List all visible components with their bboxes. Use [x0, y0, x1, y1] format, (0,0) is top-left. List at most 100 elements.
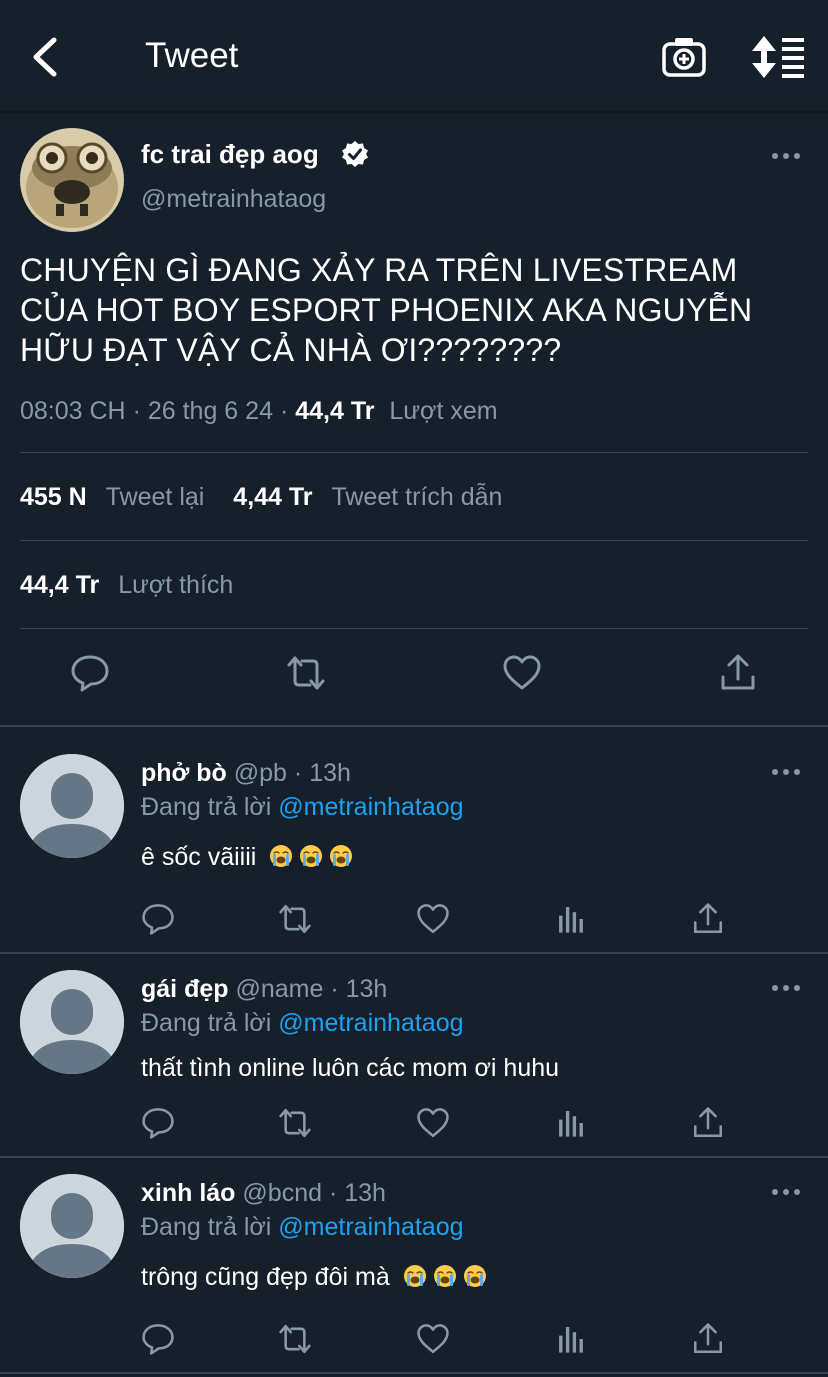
avatar[interactable] [20, 754, 124, 858]
replying-to: Đang trả lời @metrainhataog [141, 793, 464, 822]
reply-tweet[interactable]: xinh láo @bcnd · 13h Đang trả lời @metra… [0, 1158, 828, 1372]
retweet-stats: 455 N Tweet lại 4,44 Tr Tweet trích dẫn [20, 483, 502, 512]
retweet-icon[interactable] [278, 1322, 312, 1356]
analytics-icon[interactable] [554, 1106, 588, 1140]
mention-link[interactable]: @metrainhataog [278, 1213, 463, 1241]
reply-icon[interactable] [141, 902, 175, 936]
loudly-crying-face-emoji [330, 845, 353, 867]
avatar-image [20, 128, 124, 232]
avatar[interactable] [20, 970, 124, 1074]
like-icon[interactable] [416, 1106, 450, 1140]
author-avatar[interactable] [20, 128, 124, 232]
reply-time: 13h [309, 759, 351, 787]
replying-prefix: Đang trả lời [141, 1009, 272, 1037]
loudly-crying-face-emoji [270, 845, 293, 867]
emoji-group [397, 1263, 487, 1291]
back-arrow-icon[interactable] [26, 34, 66, 80]
top-bar: Tweet [0, 0, 828, 113]
retweets-count[interactable]: 455 N [20, 483, 87, 511]
reply-header: xinh láo @bcnd · 13h [141, 1179, 386, 1208]
reply-author-name[interactable]: gái đẹp [141, 975, 229, 1003]
share-icon[interactable] [691, 902, 725, 936]
loudly-crying-face-emoji [300, 845, 323, 867]
reply-header: phở bò @pb · 13h [141, 759, 351, 788]
reply-author-handle[interactable]: @bcnd [242, 1179, 322, 1207]
retweets-label[interactable]: Tweet lại [106, 483, 205, 511]
tweet-date: 26 thg 6 24 [147, 397, 273, 425]
more-options-icon[interactable] [770, 1185, 802, 1199]
mention-link[interactable]: @metrainhataog [278, 793, 463, 821]
tweet-meta: 08:03 CH · 26 thg 6 24 · 44,4 Tr Lượt xe… [20, 397, 498, 426]
avatar[interactable] [20, 1174, 124, 1278]
reply-header: gái đẹp @name · 13h [141, 975, 387, 1004]
separator: · [132, 397, 141, 425]
camera-plus-icon[interactable] [661, 34, 707, 80]
separator: · [328, 1179, 338, 1207]
retweet-icon[interactable] [286, 653, 326, 693]
default-avatar-icon [20, 754, 124, 858]
reply-author-name[interactable]: xinh láo [141, 1179, 235, 1207]
reply-author-name[interactable]: phở bò [141, 759, 227, 787]
sort-lines-icon[interactable] [752, 34, 806, 80]
retweet-icon[interactable] [278, 902, 312, 936]
likes-label[interactable]: Lượt thích [118, 571, 233, 599]
quotes-label[interactable]: Tweet trích dẫn [331, 483, 502, 511]
views-count: 44,4 Tr [295, 397, 375, 425]
share-icon[interactable] [691, 1106, 725, 1140]
reply-tweet[interactable]: phở bò @pb · 13h Đang trả lời @metrainha… [0, 727, 828, 952]
section-divider [0, 1372, 828, 1374]
main-tweet: fc trai đẹp aog @metrainhataog CHUYỆN GÌ… [0, 113, 828, 725]
reply-icon[interactable] [70, 653, 110, 693]
analytics-icon[interactable] [554, 1322, 588, 1356]
reply-text-content: ê sốc vãiiii [141, 843, 257, 871]
author-handle[interactable]: @metrainhataog [141, 185, 326, 214]
default-avatar-icon [20, 970, 124, 1074]
author-name[interactable]: fc trai đẹp aog [141, 139, 319, 170]
reply-text-content: thất tình online luôn các mom ơi huhu [141, 1054, 560, 1082]
replying-prefix: Đang trả lời [141, 793, 272, 821]
reply-text: trông cũng đẹp đôi mà [141, 1263, 487, 1292]
reply-icon[interactable] [141, 1322, 175, 1356]
reply-icon[interactable] [141, 1106, 175, 1140]
separator: · [293, 759, 303, 787]
quotes-count[interactable]: 4,44 Tr [233, 483, 312, 511]
retweet-icon[interactable] [278, 1106, 312, 1140]
like-icon[interactable] [416, 1322, 450, 1356]
more-options-icon[interactable] [770, 149, 802, 163]
separator: · [279, 397, 289, 425]
mention-link[interactable]: @metrainhataog [278, 1009, 463, 1037]
tweet-actions [0, 641, 828, 711]
page-title: Tweet [145, 36, 239, 75]
more-options-icon[interactable] [770, 765, 802, 779]
replying-to: Đang trả lời @metrainhataog [141, 1213, 464, 1242]
verified-badge-icon [342, 141, 368, 167]
like-icon[interactable] [502, 653, 542, 693]
reply-tweet[interactable]: gái đẹp @name · 13h Đang trả lời @metrai… [0, 954, 828, 1156]
views-label: Lượt xem [389, 397, 498, 425]
more-options-icon[interactable] [770, 981, 802, 995]
share-icon[interactable] [691, 1322, 725, 1356]
like-icon[interactable] [416, 902, 450, 936]
reply-author-handle[interactable]: @name [235, 975, 323, 1003]
reply-time: 13h [344, 1179, 386, 1207]
reply-text-content: trông cũng đẹp đôi mà [141, 1263, 390, 1291]
divider [20, 628, 808, 629]
reply-text: ê sốc vãiiii [141, 843, 353, 872]
analytics-icon[interactable] [554, 902, 588, 936]
emoji-group [263, 843, 353, 871]
loudly-crying-face-emoji [433, 1265, 456, 1287]
reply-time: 13h [345, 975, 388, 1003]
replying-prefix: Đang trả lời [141, 1213, 272, 1241]
divider [20, 540, 808, 541]
reply-text: thất tình online luôn các mom ơi huhu [141, 1054, 559, 1083]
tweet-time: 08:03 CH [20, 397, 126, 425]
divider [20, 452, 808, 453]
default-avatar-icon [20, 1174, 124, 1278]
loudly-crying-face-emoji [463, 1265, 486, 1287]
tweet-text: CHUYỆN GÌ ĐANG XẢY RA TRÊN LIVESTREAM CỦ… [20, 252, 753, 368]
likes-count[interactable]: 44,4 Tr [20, 571, 99, 599]
share-icon[interactable] [718, 653, 758, 693]
reply-author-handle[interactable]: @pb [234, 759, 287, 787]
like-stats: 44,4 Tr Lượt thích [20, 571, 233, 600]
tweet-detail-screen: Tweet fc trai đẹp aog @metrainhataog CHU… [0, 0, 828, 1377]
